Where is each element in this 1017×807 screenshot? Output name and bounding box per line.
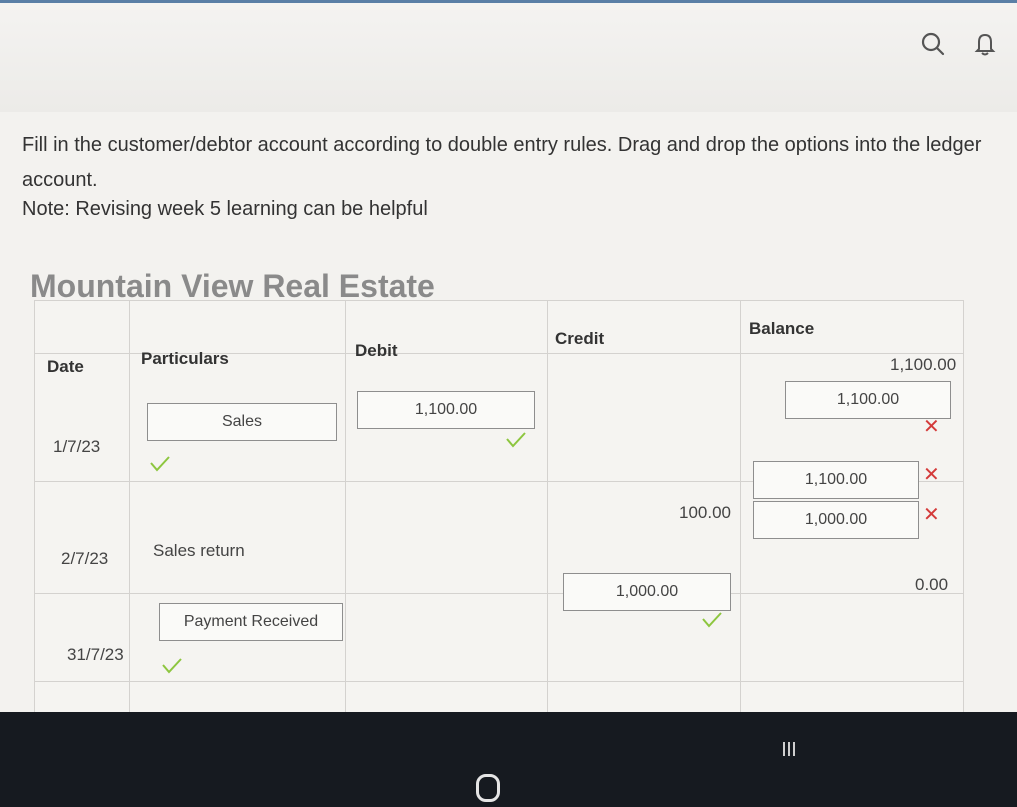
recent-apps-icon[interactable]: [783, 742, 798, 761]
row-2-credit: 100.00: [679, 503, 731, 522]
bell-icon[interactable]: [970, 29, 1000, 59]
row-2-date: 2/7/23: [61, 549, 109, 568]
header-debit: Debit: [355, 341, 398, 360]
cross-icon: ✕: [923, 416, 940, 438]
row-3-credit-drop[interactable]: 1,000.00: [563, 573, 731, 611]
header-particulars: Particulars: [141, 349, 229, 368]
column-divider: [547, 301, 548, 721]
home-icon[interactable]: [476, 774, 500, 802]
check-icon: [506, 432, 526, 448]
instruction-line-1: Fill in the customer/debtor account acco…: [22, 134, 982, 156]
note-text: Note: Revising week 5 learning can be he…: [22, 198, 428, 220]
row-1-particulars-drop[interactable]: Sales: [147, 403, 337, 441]
row-2-balance-option-2[interactable]: 1,000.00: [753, 501, 919, 539]
row-3-date: 31/7/23: [67, 645, 124, 664]
row-2-balance-option-1[interactable]: 1,100.00: [753, 461, 919, 499]
instruction-line-2: account.: [22, 169, 98, 191]
header-balance: Balance: [749, 319, 815, 338]
row-2-particulars: Sales return: [153, 541, 245, 560]
device-nav-bar: [0, 712, 1017, 807]
cross-icon: ✕: [923, 504, 940, 526]
check-icon: [150, 456, 170, 472]
check-icon: [702, 612, 722, 628]
row-1-date: 1/7/23: [53, 437, 101, 456]
row-divider: [35, 593, 963, 594]
column-divider: [129, 301, 130, 721]
row-3-balance: 0.00: [915, 575, 949, 594]
cross-icon: ✕: [923, 464, 940, 486]
row-3-particulars-drop[interactable]: Payment Received: [159, 603, 343, 641]
header-date: Date: [47, 357, 84, 376]
instruction-text: Fill in the customer/debtor account acco…: [22, 128, 1012, 198]
opening-balance: 1,100.00: [890, 355, 957, 374]
column-divider: [740, 301, 741, 721]
header-credit: Credit: [555, 329, 605, 348]
row-1-balance-drop[interactable]: 1,100.00: [785, 381, 951, 419]
row-divider: [35, 681, 963, 682]
top-bar: [0, 0, 1017, 113]
check-icon: [162, 658, 182, 674]
row-1-debit-drop[interactable]: 1,100.00: [357, 391, 535, 429]
search-icon[interactable]: [918, 29, 948, 59]
ledger-table: Date Particulars Debit Credit Balance 1,…: [34, 300, 964, 722]
column-divider: [345, 301, 346, 721]
